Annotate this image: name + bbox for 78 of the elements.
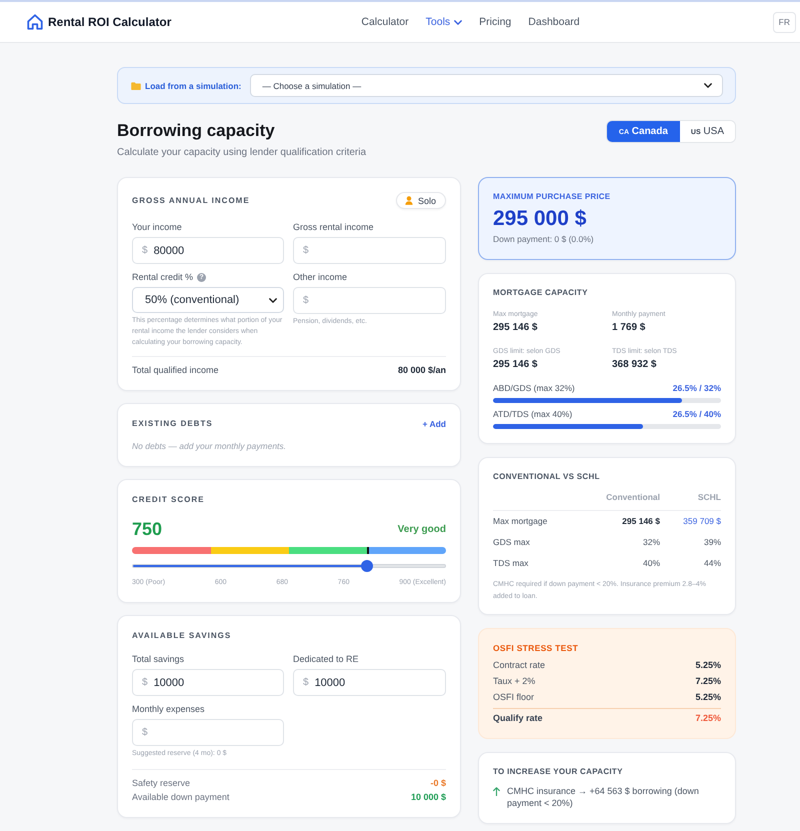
row-label: TDS max: [493, 557, 530, 570]
nav-link[interactable]: Pricing: [479, 16, 512, 28]
loader-label: Load from a simulation:: [145, 80, 242, 90]
page-subtitle: Calculate your capacity using lender qualification criteria: [117, 147, 366, 159]
down-payment-note: Down payment: 0 $ (0.0%): [493, 234, 595, 245]
brand-link[interactable]: Rental ROI Calculator: [27, 14, 172, 30]
rate-label: Taux + 2%: [493, 675, 536, 688]
house-icon: [27, 14, 43, 30]
rate-value: 5.25%: [695, 691, 721, 704]
result-label: Qualify rate: [493, 712, 543, 725]
total-value: 80 000 $/an: [398, 364, 446, 376]
price-label: MAXIMUM PURCHASE PRICE: [493, 192, 612, 202]
stat-value: 295 146 $: [493, 358, 538, 372]
section-title: CREDIT SCORE: [132, 494, 206, 505]
summary-value: 10 000 $: [410, 791, 446, 804]
section-title: OSFI STRESS TEST: [493, 643, 580, 653]
section-title: EXISTING DEBTS: [132, 418, 213, 429]
chevron-down-icon: [269, 298, 277, 302]
tip-text: CMHC insurance → +64 563 $ borrowing (down payment < 20%): [507, 785, 700, 809]
section-title: CONVENTIONAL VS SCHL: [493, 472, 601, 482]
rate-label: Contract rate: [493, 659, 546, 672]
ratio-reading: 26.5% / 40%: [672, 408, 721, 420]
simulation-select[interactable]: — Choose a simulation —: [250, 74, 723, 97]
ratio-reading: 26.5% / 32%: [672, 382, 721, 394]
select-field[interactable]: 50% (conventional): [132, 287, 284, 313]
column-header: SCHL: [696, 492, 721, 503]
result-value: 7.25%: [695, 712, 721, 725]
person-icon: [404, 196, 413, 205]
field-label: Other income: [293, 271, 348, 283]
column-header: Conventional: [605, 492, 660, 503]
input-field[interactable]: $ 10000: [293, 669, 446, 696]
field-label: Total savings: [132, 653, 186, 665]
field-label: Dedicated to RE: [293, 653, 360, 665]
chevron-down-icon: [704, 83, 712, 88]
field-label: Monthly expenses: [132, 703, 206, 715]
row-label: Max mortgage: [493, 515, 548, 528]
arrow-up-icon: [493, 787, 500, 796]
section-title: GROSS ANNUAL INCOME: [132, 195, 250, 206]
credit-rating-label: Very good: [398, 524, 446, 534]
empty-state-text: No debts — add your monthly payments.: [132, 440, 288, 452]
nav-link[interactable]: Dashboard: [528, 16, 580, 28]
field-label: Gross rental income: [293, 221, 375, 233]
section-title: MORTGAGE CAPACITY: [493, 288, 589, 298]
rate-value: 7.25%: [695, 675, 721, 688]
solo-button[interactable]: Solo: [396, 192, 446, 209]
ratio-label: ABD/GDS (max 32%): [493, 382, 575, 394]
folder-icon: [131, 82, 141, 90]
add-debt-link[interactable]: + Add: [422, 418, 446, 428]
stat-value: 295 146 $: [493, 321, 538, 335]
price-value: 295 000 $: [493, 207, 588, 231]
summary-label: Safety reserve: [132, 777, 190, 790]
input-field[interactable]: $ 10000: [132, 669, 284, 696]
row-label: GDS max: [493, 536, 531, 549]
total-label: Total qualified income: [132, 364, 219, 376]
field-label: Rental credit %: [132, 271, 194, 283]
field-label: Your income: [132, 221, 183, 233]
table-cell-text: 295 146 $: [621, 515, 660, 528]
stat-value: 368 932 $: [612, 358, 658, 372]
language-button[interactable]: FR: [772, 12, 796, 32]
ratio-label: ATD/TDS (max 40%): [493, 408, 572, 420]
credit-score-value: 750: [132, 518, 162, 540]
table-cell-text: 44%: [702, 557, 721, 570]
table-cell-text: 40%: [642, 557, 660, 570]
rate-label: OSFI floor: [493, 691, 534, 704]
table-cell-text: 359 709 $: [682, 515, 721, 528]
nav-link[interactable]: Calculator: [361, 16, 409, 28]
summary-label: Available down payment: [132, 791, 230, 804]
rate-value: 5.25%: [695, 659, 721, 672]
summary-value: -0 $: [430, 777, 446, 790]
table-cell-text: 32%: [642, 536, 660, 549]
nav-link[interactable]: Tools: [426, 16, 462, 28]
table-cell-text: 39%: [702, 536, 721, 549]
section-title: AVAILABLE SAVINGS: [132, 630, 232, 641]
section-title: TO INCREASE YOUR CAPACITY: [493, 767, 624, 777]
stat-value: 1 769 $: [612, 321, 646, 335]
slider-thumb[interactable]: [361, 560, 373, 572]
page-title: Borrowing capacity: [117, 121, 276, 141]
input-field[interactable]: $ 80000: [132, 237, 284, 264]
